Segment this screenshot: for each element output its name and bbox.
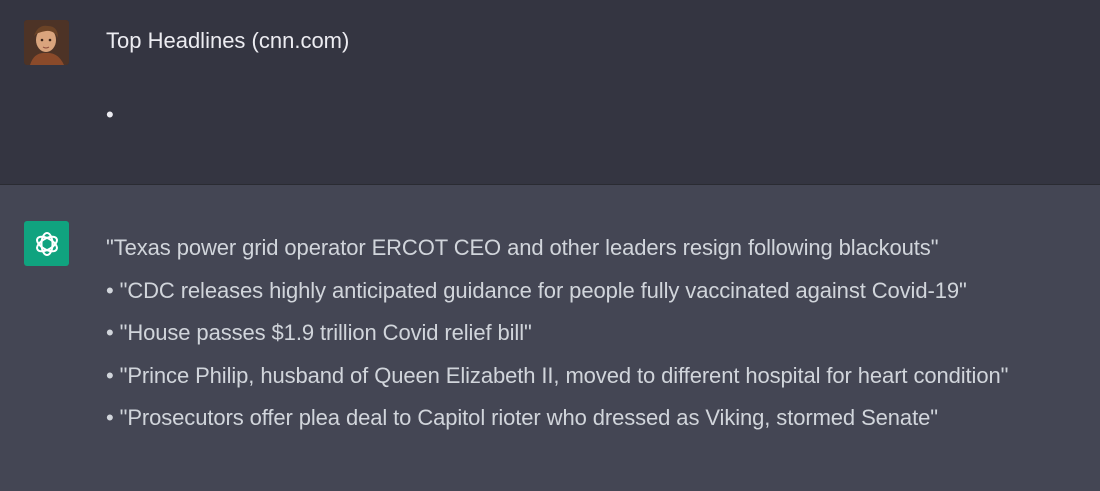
assistant-message-row: "Texas power grid operator ERCOT CEO and…: [0, 185, 1100, 491]
headline-item: "Texas power grid operator ERCOT CEO and…: [106, 235, 939, 260]
chat-conversation: Top Headlines (cnn.com) • "Texas power g…: [0, 0, 1100, 491]
user-message-row: Top Headlines (cnn.com) •: [0, 0, 1100, 185]
headline-item: • "CDC releases highly anticipated guida…: [106, 277, 967, 303]
user-message-text: Top Headlines (cnn.com): [106, 28, 350, 53]
user-photo-icon: [24, 20, 69, 65]
user-avatar: [24, 20, 69, 65]
user-bullet: •: [106, 102, 114, 127]
user-message: Top Headlines (cnn.com) •: [106, 26, 1066, 127]
headline-item: • "Prosecutors offer plea deal to Capito…: [106, 405, 938, 430]
openai-logo-icon: [35, 231, 58, 256]
headline-item: • "Prince Philip, husband of Queen Eliza…: [106, 362, 1009, 388]
assistant-message: "Texas power grid operator ERCOT CEO and…: [106, 227, 1091, 440]
assistant-avatar: [24, 221, 69, 266]
headline-item: • "House passes $1.9 trillion Covid reli…: [106, 320, 532, 345]
